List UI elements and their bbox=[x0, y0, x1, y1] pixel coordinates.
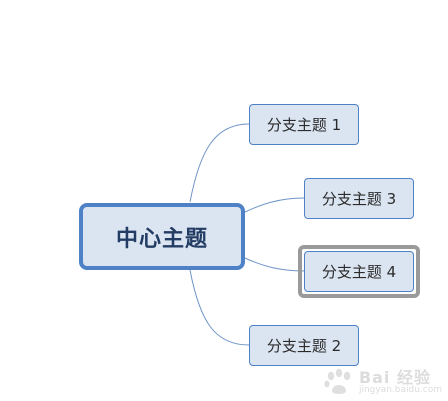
connector-to-branch-2 bbox=[189, 269, 250, 346]
branch-topic-4[interactable]: 分支主题 4 bbox=[304, 251, 414, 292]
connector-to-branch-3 bbox=[244, 197, 305, 213]
branch-topic-1[interactable]: 分支主题 1 bbox=[249, 104, 359, 145]
paw-logo-icon bbox=[324, 368, 351, 394]
watermark-title: Bai 经验 bbox=[358, 367, 431, 387]
watermark-url: jingyan.baidu.com bbox=[358, 384, 442, 395]
branch-topic-3[interactable]: 分支主题 3 bbox=[304, 178, 414, 219]
central-topic[interactable]: 中心主题 bbox=[79, 203, 245, 270]
mindmap-canvas: 中心主题 分支主题 1 分支主题 3 分支主题 4 分支主题 2 Bai 经验 … bbox=[0, 0, 448, 401]
connector-to-branch-4 bbox=[244, 257, 305, 272]
connector-to-branch-1 bbox=[189, 123, 250, 203]
branch-topic-2[interactable]: 分支主题 2 bbox=[249, 325, 359, 366]
baidu-jingyan-watermark: Bai 经验 jingyan.baidu.com bbox=[322, 367, 442, 397]
